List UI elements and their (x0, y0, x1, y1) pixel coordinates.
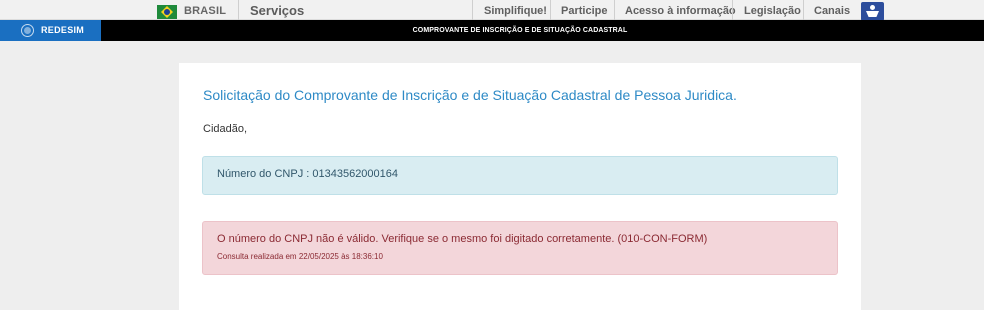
divider (614, 0, 615, 20)
consultation-timestamp: Consulta realizada em 22/05/2025 às 18:3… (217, 252, 383, 261)
greeting-text: Cidadão, (203, 123, 248, 135)
cnpj-info-box: Número do CNPJ : 01343562000164 (202, 156, 838, 195)
content-card: Solicitação do Comprovante de Inscrição … (179, 63, 861, 310)
error-message: O número do CNPJ não é válido. Verifique… (217, 233, 708, 245)
country-link[interactable]: BRASIL (184, 5, 226, 17)
divider (472, 0, 473, 20)
divider (732, 0, 733, 20)
page-header-title: COMPROVANTE DE INSCRIÇÃO E DE SITUAÇÃO C… (412, 27, 628, 34)
gov-top-bar: BRASIL Serviços Simplifique! Participe A… (0, 0, 984, 21)
redesim-logo[interactable]: REDESIM (0, 20, 101, 41)
accessibility-icon[interactable] (861, 2, 884, 21)
participe-link[interactable]: Participe (561, 5, 607, 17)
divider (238, 0, 239, 20)
divider (550, 0, 551, 20)
page-title: Solicitação do Comprovante de Inscrição … (203, 87, 737, 103)
error-alert: O número do CNPJ não é válido. Verifique… (202, 221, 838, 275)
services-link[interactable]: Serviços (250, 3, 304, 18)
logo-text: REDESIM (41, 25, 85, 35)
divider (803, 0, 804, 20)
cnpj-number-text: Número do CNPJ : 01343562000164 (217, 168, 399, 180)
legislacao-link[interactable]: Legislação (744, 5, 801, 17)
brazil-flag-icon (157, 5, 177, 19)
canais-link[interactable]: Canais (814, 5, 850, 17)
acesso-informacao-link[interactable]: Acesso à informação (625, 5, 736, 17)
brazil-map-icon (21, 24, 34, 37)
simplifique-link[interactable]: Simplifique! (484, 5, 547, 17)
header-bar: REDESIM COMPROVANTE DE INSCRIÇÃO E DE SI… (0, 20, 984, 41)
